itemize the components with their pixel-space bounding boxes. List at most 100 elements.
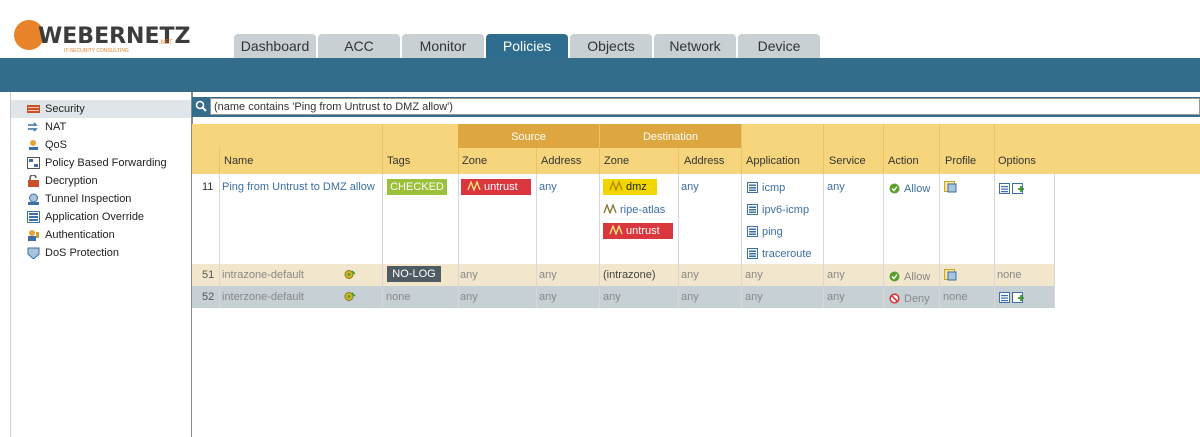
source-group-header: Source [458,124,599,148]
source-zone[interactable]: any [460,291,478,303]
divider [536,148,537,174]
col-profile[interactable]: Profile [945,155,976,167]
application-label: ipv6-icmp [762,204,810,216]
application-label: traceroute [762,248,812,260]
security-profile-icon [944,269,957,281]
destination-zone[interactable]: (intrazone) [603,269,656,281]
sidebar-item-tunnel-inspection[interactable]: Tunnel Inspection [11,190,191,208]
zone-icon [609,181,623,191]
tab-acc[interactable]: ACC [318,34,400,58]
service-value[interactable]: any [827,269,845,281]
sidebar-item-security[interactable]: Security [11,100,191,118]
tab-monitor[interactable]: Monitor [402,34,484,58]
application-item[interactable]: traceroute [747,248,812,260]
divider [458,148,459,174]
security-profile-icon [944,181,957,193]
destination-address[interactable]: any [681,181,699,193]
tab-objects[interactable]: Objects [570,34,652,58]
destination-zone-badge[interactable]: untrust [603,223,673,239]
service-value[interactable]: any [827,291,845,303]
col-application[interactable]: Application [746,155,800,167]
application-icon [747,248,758,259]
zone-label: dmz [626,181,647,193]
tag-badge[interactable]: CHECKED [387,179,447,195]
row-number: 52 [202,291,215,303]
filter-bar: (name contains 'Ping from Untrust to DMZ… [192,97,1200,117]
options-value[interactable]: none [997,269,1021,281]
divider [599,174,600,308]
rule-name[interactable]: Ping from Untrust to DMZ allow [222,181,375,193]
source-zone[interactable]: any [460,269,478,281]
col-destination-zone[interactable]: Zone [604,155,629,167]
divider [883,124,884,174]
col-tags[interactable]: Tags [387,155,410,167]
col-options[interactable]: Options [998,155,1036,167]
zone-icon [467,181,481,191]
application-value[interactable]: any [745,269,763,281]
application-icon [747,182,758,193]
sidebar-item-dos-protection[interactable]: DoS Protection [11,244,191,262]
sidebar-item-label: QoS [45,139,68,151]
brand-suffix: .NET [159,40,173,46]
source-address[interactable]: any [539,269,557,281]
predefined-rule-icon [344,270,356,279]
tab-policies[interactable]: Policies [486,34,568,58]
sidebar-item-qos[interactable]: QoS [11,136,191,154]
application-label: icmp [762,182,786,194]
rule-name[interactable]: interzone-default [222,291,304,303]
destination-address[interactable]: any [681,291,699,303]
tab-dashboard[interactable]: Dashboard [234,34,316,58]
log-forwarding-icon [999,183,1024,194]
col-service[interactable]: Service [829,155,866,167]
zone-label: untrust [626,225,660,237]
sidebar-item-nat[interactable]: NAT [11,118,191,136]
source-zone-badge[interactable]: untrust [461,179,531,195]
action-value[interactable]: Allow [889,183,930,195]
options-value[interactable] [999,183,1025,198]
zone-label: untrust [484,181,518,193]
options-value[interactable] [999,292,1025,307]
sidebar-item-pbf[interactable]: Policy Based Forwarding [11,154,191,172]
application-item[interactable]: ipv6-icmp [747,204,809,216]
zone-icon [603,204,617,214]
service-value[interactable]: any [827,181,845,193]
action-value[interactable]: Deny [889,293,930,305]
source-address[interactable]: any [539,291,557,303]
col-destination-address[interactable]: Address [684,155,724,167]
action-value[interactable]: Allow [889,271,930,283]
tab-network[interactable]: Network [654,34,736,58]
destination-zone[interactable]: any [603,291,621,303]
tag-value[interactable]: none [386,291,410,303]
qos-icon [29,140,38,150]
sidebar-item-label: Tunnel Inspection [45,193,132,205]
destination-zone[interactable]: ripe-atlas [603,204,665,216]
destination-zone-badge[interactable]: dmz [603,179,657,195]
col-source-address[interactable]: Address [541,155,581,167]
col-action[interactable]: Action [888,155,919,167]
tag-badge[interactable]: NO-LOG [387,266,441,282]
application-item[interactable]: ping [747,226,783,238]
profile-value[interactable]: none [943,291,967,303]
rule-name[interactable]: intrazone-default [222,269,304,281]
col-source-zone[interactable]: Zone [462,155,487,167]
destination-address[interactable]: any [681,269,699,281]
profile-value[interactable] [944,181,961,194]
divider [1054,174,1055,308]
sidebar-item-label: Security [45,103,85,115]
application-item[interactable]: icmp [747,182,785,194]
application-value[interactable]: any [745,291,763,303]
sidebar-item-application-override[interactable]: Application Override [11,208,191,226]
allow-icon [889,183,900,194]
filter-input[interactable]: (name contains 'Ping from Untrust to DMZ… [210,98,1200,115]
sidebar-item-authentication[interactable]: Authentication [11,226,191,244]
action-label: Deny [904,293,930,305]
application-label: ping [762,226,783,238]
col-name[interactable]: Name [224,155,253,167]
search-icon[interactable] [195,100,207,112]
source-address[interactable]: any [539,181,557,193]
divider [678,148,679,174]
profile-value[interactable] [944,269,961,282]
divider [939,174,940,308]
sidebar-item-decryption[interactable]: Decryption [11,172,191,190]
tab-device[interactable]: Device [738,34,820,58]
